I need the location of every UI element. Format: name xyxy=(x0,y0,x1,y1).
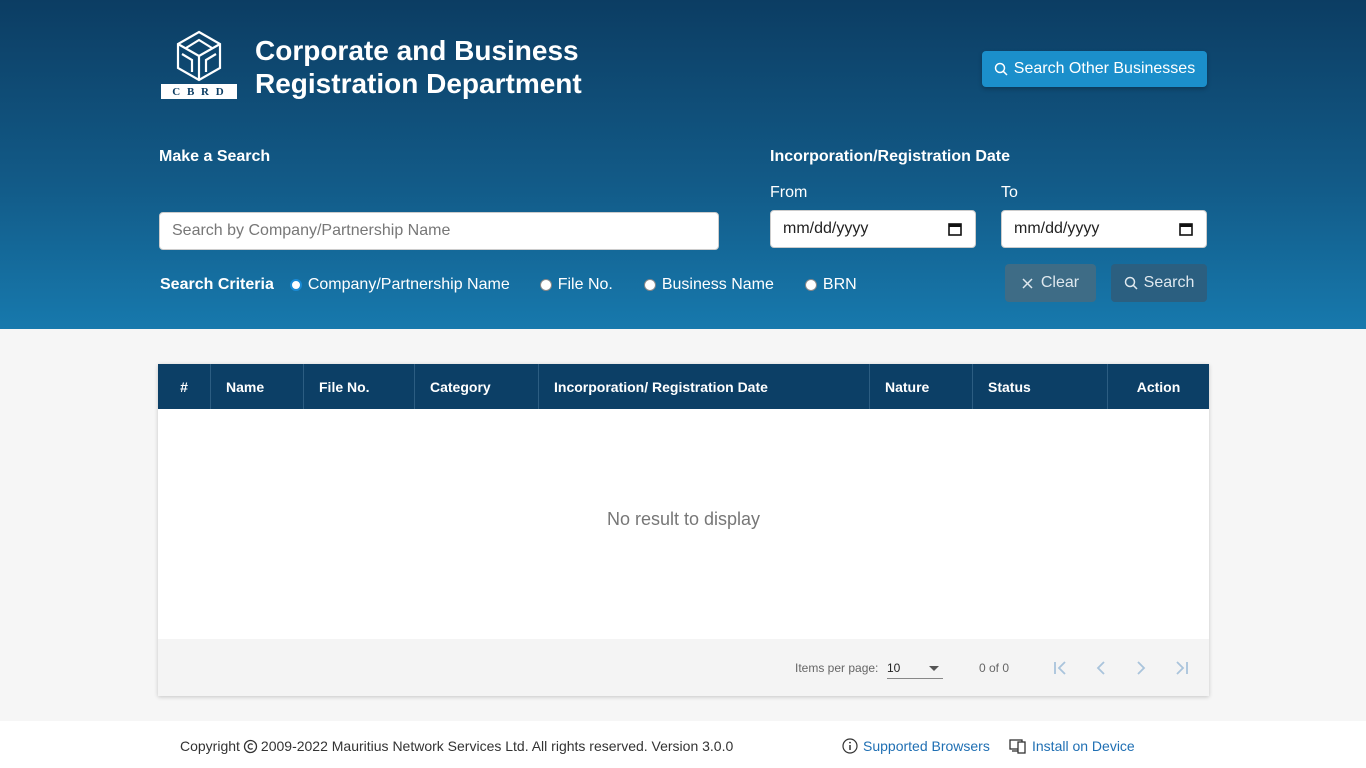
first-page-icon[interactable] xyxy=(1050,657,1072,679)
column-header-action: Action xyxy=(1136,378,1181,395)
items-per-page-select[interactable]: 10 xyxy=(887,655,943,679)
column-header-category[interactable]: Category xyxy=(415,364,539,409)
radio-unselected-icon xyxy=(643,279,656,291)
supported-browsers-link[interactable]: Supported Browsers xyxy=(842,738,990,754)
copyright-details: 2009-2022 Mauritius Network Services Ltd… xyxy=(260,738,734,754)
footer: Copyright 2009-2022 Mauritius Network Se… xyxy=(0,721,1366,768)
to-date-value: mm/dd/yyyy xyxy=(1014,220,1100,237)
previous-page-icon[interactable] xyxy=(1090,657,1112,679)
criteria-radio-brn[interactable]: BRN xyxy=(804,276,857,294)
search-icon xyxy=(1124,276,1138,290)
column-header-incorporation-date[interactable]: Incorporation/ Registration Date xyxy=(539,364,870,409)
info-icon xyxy=(842,738,858,754)
device-icon xyxy=(1009,739,1026,754)
criteria-option-label: Company/Partnership Name xyxy=(307,276,510,293)
chevron-down-icon xyxy=(929,666,939,671)
from-date-value: mm/dd/yyyy xyxy=(783,220,869,237)
from-date-input[interactable]: mm/dd/yyyy xyxy=(770,210,976,248)
paginator: Items per page: 10 0 of 0 xyxy=(158,639,1209,696)
column-header-status[interactable]: Status xyxy=(973,364,1108,409)
page-title: Corporate and Business Registration Depa… xyxy=(255,34,615,100)
criteria-radio-business-name[interactable]: Business Name xyxy=(643,276,774,294)
last-page-icon[interactable] xyxy=(1170,657,1192,679)
install-on-device-link[interactable]: Install on Device xyxy=(1009,738,1135,754)
search-button[interactable]: Search xyxy=(1111,264,1207,302)
logo-letters: C B R D xyxy=(172,86,226,98)
to-date-input[interactable]: mm/dd/yyyy xyxy=(1001,210,1207,248)
date-filter-title: Incorporation/Registration Date xyxy=(770,148,1011,165)
calendar-icon[interactable] xyxy=(947,221,963,237)
title-line-2: Registration Department xyxy=(255,68,582,99)
items-per-page-value: 10 xyxy=(887,661,901,675)
search-label: Search xyxy=(1143,274,1195,291)
copyright-text: Copyright 2009-2022 Mauritius Network Se… xyxy=(180,738,733,754)
criteria-radio-company-name[interactable]: Company/Partnership Name xyxy=(289,276,510,294)
make-search-title: Make a Search xyxy=(159,148,271,165)
empty-results-message: No result to display xyxy=(606,509,761,529)
clear-button[interactable]: Clear xyxy=(1005,264,1096,302)
page-range-label: 0 of 0 xyxy=(979,661,1010,675)
column-header-nature[interactable]: Nature xyxy=(870,364,973,409)
search-header: C B R D Corporate and Business Registrat… xyxy=(0,0,1366,329)
radio-selected-icon xyxy=(289,279,302,291)
search-other-businesses-label: Search Other Businesses xyxy=(1013,60,1196,77)
radio-unselected-icon xyxy=(539,279,552,291)
calendar-icon[interactable] xyxy=(1178,221,1194,237)
search-icon xyxy=(994,62,1008,76)
criteria-radio-file-no[interactable]: File No. xyxy=(539,276,613,294)
column-header-file-no[interactable]: File No. xyxy=(304,364,415,409)
from-date-label: From xyxy=(770,184,808,201)
column-header-index[interactable]: # xyxy=(158,364,211,409)
copyright-prefix: Copyright xyxy=(180,738,240,754)
search-other-businesses-button[interactable]: Search Other Businesses xyxy=(982,51,1207,87)
supported-browsers-label: Supported Browsers xyxy=(863,738,990,754)
results-table: # Name File No. Category Incorporation/ … xyxy=(158,364,1209,696)
search-criteria: Search Criteria Company/Partnership Name… xyxy=(160,274,857,296)
to-date-label: To xyxy=(1001,184,1018,201)
next-page-icon[interactable] xyxy=(1130,657,1152,679)
table-header: # Name File No. Category Incorporation/ … xyxy=(158,364,1209,409)
install-on-device-label: Install on Device xyxy=(1032,738,1135,754)
column-header-name[interactable]: Name xyxy=(211,364,304,409)
company-search-input[interactable] xyxy=(159,212,719,250)
radio-unselected-icon xyxy=(804,279,817,291)
criteria-option-label: BRN xyxy=(822,276,857,293)
close-icon xyxy=(1022,277,1033,289)
clear-label: Clear xyxy=(1040,274,1080,291)
search-criteria-label: Search Criteria xyxy=(160,276,274,293)
criteria-option-label: Business Name xyxy=(661,276,774,293)
title-line-1: Corporate and Business xyxy=(255,35,579,66)
items-per-page-label: Items per page: xyxy=(795,661,879,675)
criteria-option-label: File No. xyxy=(557,276,613,293)
copyright-icon xyxy=(243,739,258,753)
